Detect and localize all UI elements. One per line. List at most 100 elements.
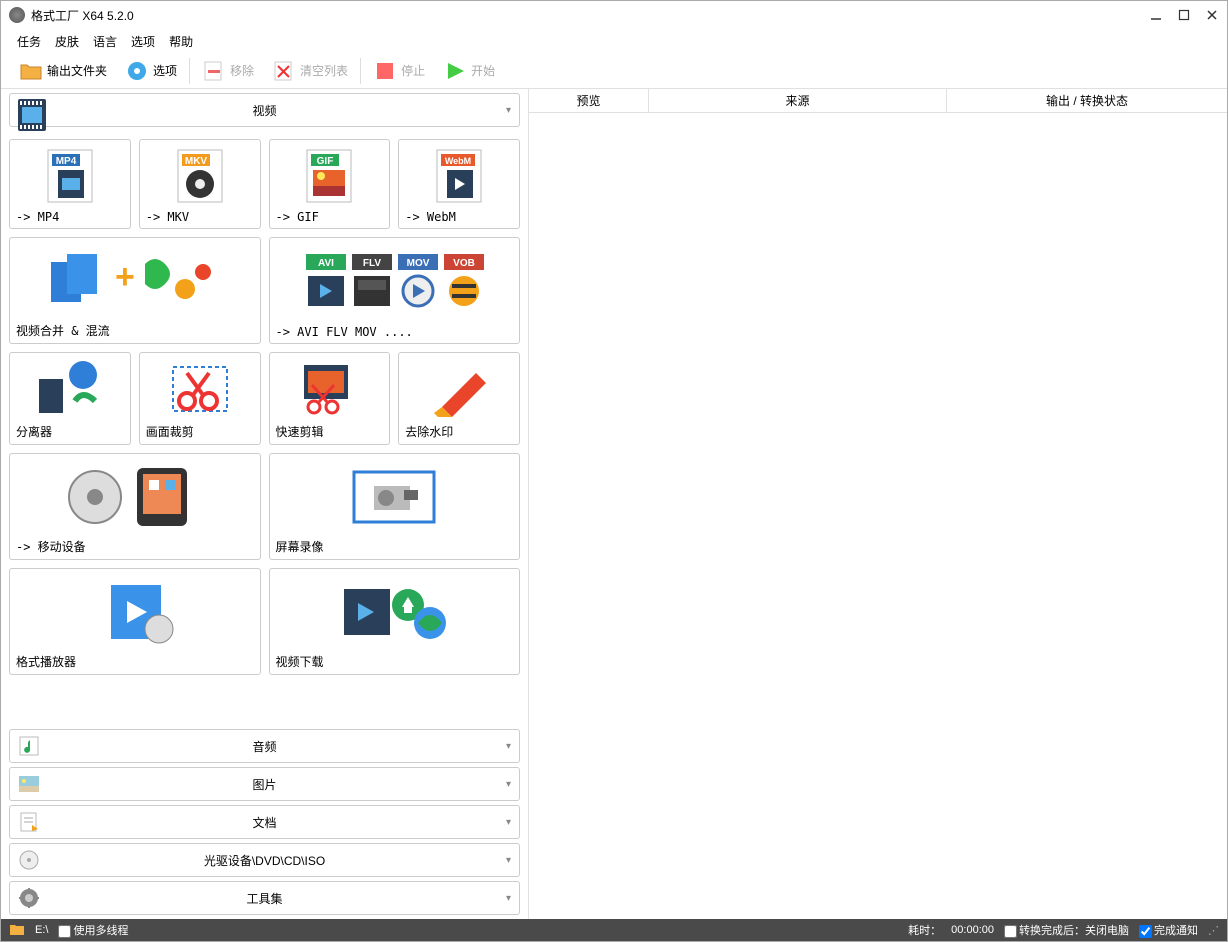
svg-text:AVI: AVI — [318, 258, 334, 269]
tile-trim-label: 快速剪辑 — [276, 419, 384, 440]
document-icon — [18, 811, 40, 833]
tile-crop[interactable]: 画面裁剪 — [139, 352, 261, 445]
svg-text:FLV: FLV — [363, 258, 381, 269]
col-output[interactable]: 输出 / 转换状态 — [947, 89, 1227, 112]
tile-player-label: 格式播放器 — [16, 649, 254, 670]
multithread-toggle[interactable]: 使用多线程 — [58, 922, 128, 938]
video-tiles-panel: MP4 -> MP4 MKV -> MKV GIF - — [1, 135, 528, 725]
task-list-body[interactable] — [529, 113, 1227, 919]
player-icon — [16, 575, 254, 649]
close-button[interactable] — [1205, 8, 1219, 22]
remove-icon — [202, 59, 226, 83]
svg-text:MOV: MOV — [407, 258, 430, 269]
tile-mkv-label: -> MKV — [146, 206, 254, 224]
tile-merge[interactable]: + 视频合并 & 混流 — [9, 237, 261, 344]
folder-icon — [19, 59, 43, 83]
tile-splitter-label: 分离器 — [16, 419, 124, 440]
left-panel: 视频 ▾ MP4 -> MP4 MKV — [1, 89, 529, 919]
tile-player[interactable]: 格式播放器 — [9, 568, 261, 675]
tile-splitter[interactable]: 分离器 — [9, 352, 131, 445]
audio-icon — [18, 735, 40, 757]
tile-mp4[interactable]: MP4 -> MP4 — [9, 139, 131, 229]
merge-icon: + — [16, 244, 254, 318]
minimize-button[interactable] — [1149, 8, 1163, 22]
stop-button[interactable]: 停止 — [367, 57, 431, 85]
right-panel: 预览 来源 输出 / 转换状态 — [529, 89, 1227, 919]
tile-merge-label: 视频合并 & 混流 — [16, 318, 254, 339]
stop-label: 停止 — [401, 62, 425, 79]
output-folder-button[interactable]: 输出文件夹 — [13, 57, 113, 85]
options-button[interactable]: 选项 — [119, 57, 183, 85]
webm-icon: WebM — [405, 146, 513, 206]
menu-language[interactable]: 语言 — [93, 33, 117, 50]
disc-category-header[interactable]: 光驱设备\DVD\CD\ISO ▾ — [9, 843, 520, 877]
tools-category-header[interactable]: 工具集 ▾ — [9, 881, 520, 915]
clear-list-button[interactable]: 清空列表 — [266, 57, 354, 85]
maximize-button[interactable] — [1177, 8, 1191, 22]
output-folder-label: 输出文件夹 — [47, 62, 107, 79]
video-icon — [18, 99, 40, 121]
image-category-header[interactable]: 图片 ▾ — [9, 767, 520, 801]
remove-button[interactable]: 移除 — [196, 57, 260, 85]
tile-webm[interactable]: WebM -> WebM — [398, 139, 520, 229]
audio-category-label: 音频 — [252, 738, 276, 755]
svg-text:GIF: GIF — [317, 156, 334, 167]
video-category-header-wrap: 视频 ▾ — [1, 89, 528, 135]
folder-small-icon[interactable] — [9, 922, 25, 939]
tile-mkv[interactable]: MKV -> MKV — [139, 139, 261, 229]
chevron-down-icon: ▾ — [506, 817, 511, 828]
grip-icon: ⋰ — [1208, 924, 1219, 937]
document-category-label: 文档 — [252, 814, 276, 831]
menu-skin[interactable]: 皮肤 — [55, 33, 79, 50]
audio-category-header[interactable]: 音频 ▾ — [9, 729, 520, 763]
clear-icon — [272, 59, 296, 83]
eraser-icon — [405, 359, 513, 419]
collapsed-categories: 音频 ▾ 图片 ▾ 文档 ▾ 光驱设备\DVD\CD\ISO ▾ — [1, 725, 528, 919]
tile-mobile[interactable]: -> 移动设备 — [9, 453, 261, 560]
tile-gif[interactable]: GIF -> GIF — [269, 139, 391, 229]
tile-webm-label: -> WebM — [405, 206, 513, 224]
menu-bar: 任务 皮肤 语言 选项 帮助 — [1, 29, 1227, 53]
play-icon — [443, 59, 467, 83]
notify-toggle[interactable]: 完成通知 — [1139, 922, 1198, 938]
separator — [189, 58, 190, 84]
drive-path[interactable]: E:\ — [35, 924, 48, 936]
separator — [360, 58, 361, 84]
content-area: 视频 ▾ MP4 -> MP4 MKV — [1, 89, 1227, 919]
tile-screen-rec[interactable]: 屏幕录像 — [269, 453, 521, 560]
download-icon — [276, 575, 514, 649]
after-convert-toggle[interactable]: 转换完成后：关闭电脑 — [1004, 922, 1129, 938]
start-button[interactable]: 开始 — [437, 57, 501, 85]
gear-icon — [125, 59, 149, 83]
mp4-icon: MP4 — [16, 146, 124, 206]
task-list-header: 预览 来源 输出 / 转换状态 — [529, 89, 1227, 113]
screen-rec-icon — [276, 460, 514, 534]
tile-watermark[interactable]: 去除水印 — [398, 352, 520, 445]
col-preview[interactable]: 预览 — [529, 89, 649, 112]
options-label: 选项 — [153, 62, 177, 79]
image-cat-icon — [18, 773, 40, 795]
tile-mp4-label: -> MP4 — [16, 206, 124, 224]
trim-icon — [276, 359, 384, 419]
svg-text:+: + — [115, 258, 135, 296]
tools-icon — [18, 887, 40, 909]
tile-quick-trim[interactable]: 快速剪辑 — [269, 352, 391, 445]
menu-help[interactable]: 帮助 — [169, 33, 193, 50]
window-title: 格式工厂 X64 5.2.0 — [31, 7, 1149, 24]
video-category-header[interactable]: 视频 ▾ — [9, 93, 520, 127]
video-category-label: 视频 — [252, 102, 276, 119]
after-convert-label: 转换完成后：关闭电脑 — [1019, 925, 1129, 937]
tile-avi-more[interactable]: AVI FLV MOV VOB -> AVI FLV MOV .... — [269, 237, 521, 344]
toolbar: 输出文件夹 选项 移除 清空列表 停止 开始 — [1, 53, 1227, 89]
tile-downloader[interactable]: 视频下载 — [269, 568, 521, 675]
crop-icon — [146, 359, 254, 419]
menu-task[interactable]: 任务 — [17, 33, 41, 50]
mkv-icon: MKV — [146, 146, 254, 206]
document-category-header[interactable]: 文档 ▾ — [9, 805, 520, 839]
menu-options[interactable]: 选项 — [131, 33, 155, 50]
chevron-down-icon: ▾ — [506, 779, 511, 790]
image-category-label: 图片 — [252, 776, 276, 793]
col-source[interactable]: 来源 — [649, 89, 947, 112]
tile-avi-more-label: -> AVI FLV MOV .... — [276, 321, 514, 339]
tile-watermark-label: 去除水印 — [405, 419, 513, 440]
